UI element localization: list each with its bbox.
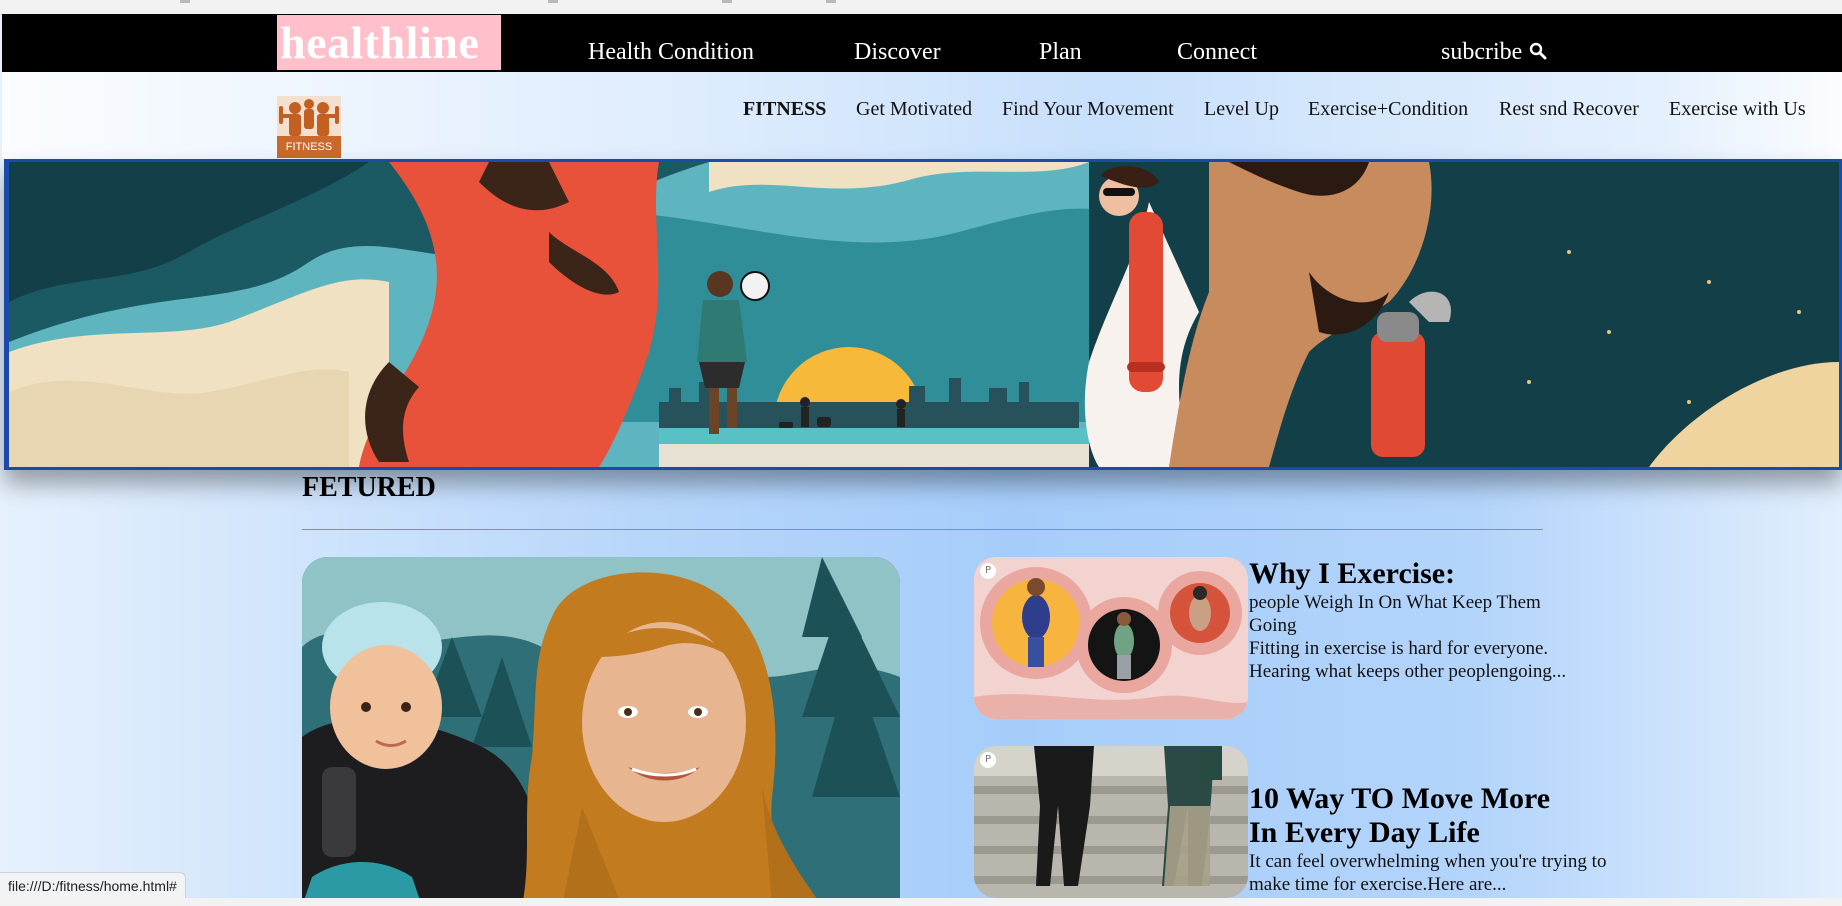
tab-fragment: [826, 0, 836, 3]
subnav-level-up[interactable]: Level Up: [1204, 98, 1279, 121]
card-desc-move-more: It can feel overwhelming when you're try…: [1249, 851, 1607, 895]
nav-health-condition[interactable]: Health Condition: [588, 38, 754, 66]
nav-connect[interactable]: Connect: [1177, 38, 1257, 66]
subnav-find-your-movement[interactable]: Find Your Movement: [1002, 98, 1174, 121]
card-title-why-i-exercise[interactable]: Why I Exercise:: [1249, 557, 1455, 591]
card-image-move-more[interactable]: P: [974, 746, 1248, 898]
featured-divider: [302, 529, 1543, 530]
pinterest-icon[interactable]: P: [980, 563, 996, 579]
subscribe-label: subcribe: [1441, 39, 1523, 65]
pinterest-icon[interactable]: P: [980, 752, 996, 768]
browser-top-edge: [0, 0, 1842, 15]
subnav-exercise-with-us[interactable]: Exercise with Us: [1669, 98, 1806, 121]
browser-bottom-edge: [0, 898, 1842, 906]
subnav-exercise-condition[interactable]: Exercise+Condition: [1308, 98, 1468, 121]
magnifier-icon[interactable]: [1528, 42, 1548, 63]
card-desc-why-i-exercise: people Weigh In On What Keep Them Going …: [1249, 592, 1567, 682]
card-image-why-i-exercise[interactable]: P: [974, 557, 1248, 719]
tab-fragment: [548, 0, 558, 3]
subscribe-link[interactable]: subcribe: [1441, 38, 1548, 67]
nav-discover[interactable]: Discover: [854, 38, 941, 66]
card-title-move-more[interactable]: 10 Way TO Move More In Every Day Life: [1249, 782, 1579, 850]
subnav-fitness[interactable]: FITNESS: [743, 98, 826, 121]
hero-banner: [4, 159, 1842, 470]
featured-main-image[interactable]: [302, 557, 900, 906]
nav-plan[interactable]: Plan: [1039, 38, 1082, 66]
hero-illustration: [9, 162, 1839, 467]
tab-fragment: [180, 0, 190, 3]
fitness-logo[interactable]: FITNESS: [277, 96, 341, 158]
subnav-rest-and-recover[interactable]: Rest snd Recover: [1499, 98, 1639, 121]
site-logo[interactable]: healthline: [277, 15, 501, 70]
status-bar-url: file:///D:/fitness/home.html#: [0, 872, 186, 899]
tab-fragment: [722, 0, 732, 3]
featured-heading: FETURED: [302, 472, 436, 503]
fitness-logo-text: FITNESS: [286, 141, 332, 153]
subnav-get-motivated[interactable]: Get Motivated: [856, 98, 972, 121]
